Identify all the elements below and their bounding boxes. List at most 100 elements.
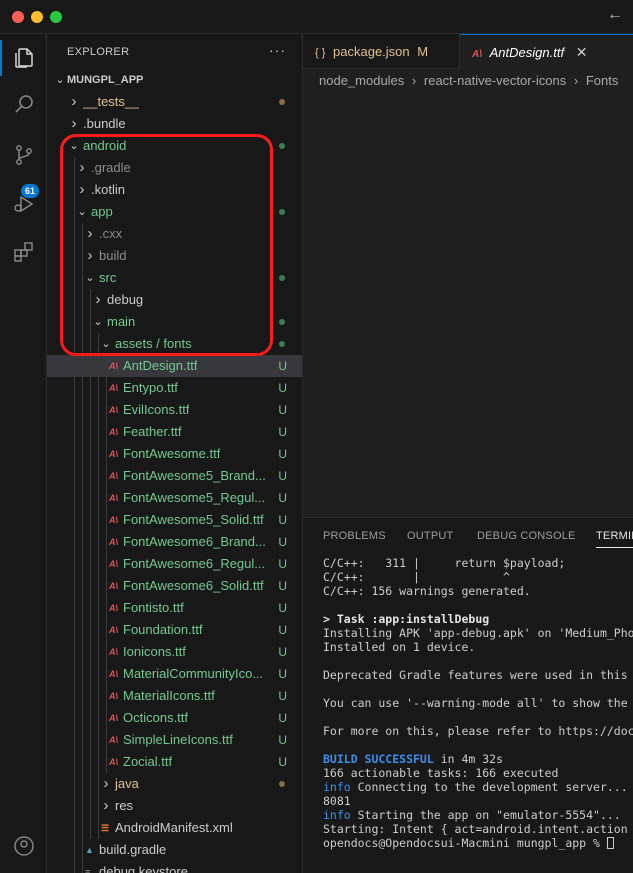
folder-debug[interactable]: › debug [47, 289, 302, 311]
tree-item-label: FontAwesome5_Solid.ttf [123, 512, 264, 527]
indent-guide [82, 597, 83, 619]
breadcrumb-item[interactable]: react-native-vector-icons [424, 73, 566, 88]
file-antdesign-ttf[interactable]: A\ AntDesign.ttf U [47, 355, 302, 377]
file-build-gradle[interactable]: ▲ build.gradle [47, 839, 302, 861]
minimize-window-button[interactable] [31, 11, 43, 23]
folder-kotlin[interactable]: › .kotlin [47, 179, 302, 201]
file-fontawesome6-brand[interactable]: A\ FontAwesome6_Brand... U [47, 531, 302, 553]
file-androidmanifest-xml[interactable]: ☰ AndroidManifest.xml [47, 817, 302, 839]
file-fontawesome5-solid-ttf[interactable]: A\ FontAwesome5_Solid.ttf U [47, 509, 302, 531]
close-icon[interactable]: ✕ [576, 44, 588, 60]
terminal-text: C/C++: 311 | return $payload; [323, 556, 566, 570]
untracked-badge: U [278, 359, 287, 373]
folder-bundle[interactable]: › .bundle [47, 113, 302, 135]
json-file-icon: { } [315, 47, 326, 59]
editor-content[interactable] [303, 93, 633, 517]
file-fontawesome6-solid-ttf[interactable]: A\ FontAwesome6_Solid.ttf U [47, 575, 302, 597]
explorer-icon[interactable] [0, 36, 47, 80]
indent-guide [74, 421, 75, 443]
zoom-window-button[interactable] [50, 11, 62, 23]
tab-terminal[interactable]: TERMINAL [596, 530, 633, 548]
file-fontawesome5-regul[interactable]: A\ FontAwesome5_Regul... U [47, 487, 302, 509]
chevron-down-icon: ⌄ [55, 74, 65, 86]
file-debug-keystore[interactable]: ≡ debug.keystore [47, 861, 302, 873]
indent-guide [82, 619, 83, 641]
untracked-badge: U [278, 601, 287, 615]
indent-guide [98, 399, 99, 421]
terminal-text: Installed on 1 device. [323, 640, 476, 654]
tab-problems[interactable]: PROBLEMS [323, 530, 386, 542]
more-actions-icon[interactable]: ··· [269, 42, 286, 58]
source-control-icon[interactable] [0, 133, 47, 177]
indent-guide [98, 685, 99, 707]
terminal-cursor [606, 837, 614, 849]
indent-guide [82, 795, 83, 817]
tree-item-label: FontAwesome5_Regul... [123, 490, 266, 505]
folder-gradle[interactable]: › .gradle [47, 157, 302, 179]
file-ionicons-ttf[interactable]: A\ Ionicons.ttf U [47, 641, 302, 663]
terminal-output[interactable]: C/C++: 311 | return $payload; C/C++: | ^ C… [323, 556, 633, 850]
folder-res[interactable]: › res [47, 795, 302, 817]
folder-java[interactable]: › java [47, 773, 302, 795]
indent-guide [90, 817, 91, 839]
file-zocial-ttf[interactable]: A\ Zocial.ttf U [47, 751, 302, 773]
indent-guide [82, 773, 83, 795]
tree-item-label: FontAwesome.ttf [123, 446, 221, 461]
indent-guide [106, 751, 107, 773]
file-simplelineicons-ttf[interactable]: A\ SimpleLineIcons.ttf U [47, 729, 302, 751]
untracked-badge: U [278, 667, 287, 681]
indent-guide [90, 355, 91, 377]
folder-app[interactable]: ⌄ app [47, 201, 302, 223]
arrow-left-icon[interactable]: ← [607, 6, 623, 24]
file-feather-ttf[interactable]: A\ Feather.ttf U [47, 421, 302, 443]
file-evilicons-ttf[interactable]: A\ EvilIcons.ttf U [47, 399, 302, 421]
indent-guide [90, 421, 91, 443]
breadcrumb-item[interactable]: node_modules [319, 73, 404, 88]
indent-guide [98, 751, 99, 773]
file-fontawesome5-brand[interactable]: A\ FontAwesome5_Brand... U [47, 465, 302, 487]
indent-guide [106, 399, 107, 421]
indent-guide [90, 333, 91, 355]
indent-guide [98, 707, 99, 729]
tab-debug-console[interactable]: DEBUG CONSOLE [477, 530, 576, 542]
close-window-button[interactable] [12, 11, 24, 23]
font-file-icon: A\ [109, 449, 118, 459]
tree-item-label: Entypo.ttf [123, 380, 178, 395]
tab-package-json[interactable]: { } package.json M [303, 34, 460, 69]
tree-item-label: SimpleLineIcons.ttf [123, 732, 233, 747]
indent-guide [106, 531, 107, 553]
folder-cxx[interactable]: › .cxx [47, 223, 302, 245]
file-foundation-ttf[interactable]: A\ Foundation.ttf U [47, 619, 302, 641]
font-file-icon: A\ [109, 691, 118, 701]
indent-guide [82, 685, 83, 707]
folder-main[interactable]: ⌄ main [47, 311, 302, 333]
file-fontisto-ttf[interactable]: A\ Fontisto.ttf U [47, 597, 302, 619]
run-debug-icon[interactable] [0, 182, 47, 226]
breadcrumb-item[interactable]: Fonts [586, 73, 619, 88]
file-entypo-ttf[interactable]: A\ Entypo.ttf U [47, 377, 302, 399]
file-octicons-ttf[interactable]: A\ Octicons.ttf U [47, 707, 302, 729]
indent-guide [106, 641, 107, 663]
terminal-line: opendocs@Opendocsui-Macmini mungpl_app % [323, 836, 633, 850]
tree-item-label: MaterialCommunityIco... [123, 666, 264, 681]
folder-build[interactable]: › build [47, 245, 302, 267]
search-icon[interactable] [0, 82, 47, 126]
chevron-right-icon: › [71, 115, 77, 132]
extensions-icon[interactable] [0, 230, 47, 274]
indent-guide [106, 685, 107, 707]
file-materialcommunityico[interactable]: A\ MaterialCommunityIco... U [47, 663, 302, 685]
folder-android[interactable]: ⌄ android [47, 135, 302, 157]
folder-assets-fonts[interactable]: ⌄ assets / fonts [47, 333, 302, 355]
tab-antdesign-ttf[interactable]: A\ AntDesign.ttf ✕ [460, 34, 633, 69]
file-materialicons-ttf[interactable]: A\ MaterialIcons.ttf U [47, 685, 302, 707]
tree-root[interactable]: ⌄ MUNGPL_APP [47, 69, 302, 91]
tab-output[interactable]: OUTPUT [407, 530, 453, 542]
folder-tests[interactable]: › __tests__ [47, 91, 302, 113]
breadcrumb-separator: › [411, 73, 417, 88]
file-fontawesome6-regul[interactable]: A\ FontAwesome6_Regul... U [47, 553, 302, 575]
indent-guide [82, 861, 83, 873]
folder-src[interactable]: ⌄ src [47, 267, 302, 289]
file-fontawesome-ttf[interactable]: A\ FontAwesome.ttf U [47, 443, 302, 465]
account-icon[interactable] [0, 824, 47, 868]
